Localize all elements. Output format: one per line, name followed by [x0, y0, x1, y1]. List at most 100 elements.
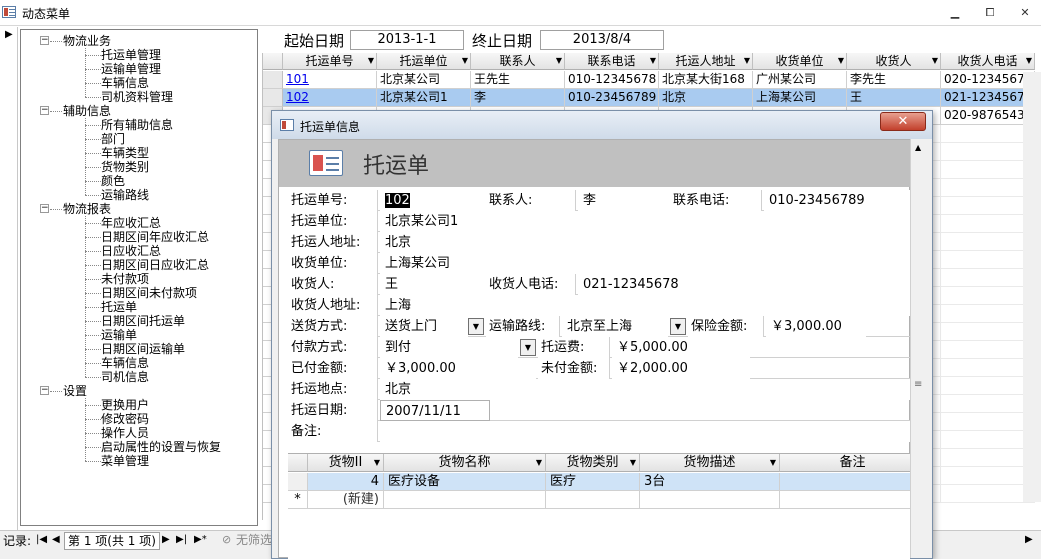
grid-cell[interactable]: 010-23456789	[565, 89, 659, 107]
column-dropdown-icon[interactable]: ▼	[462, 53, 468, 69]
tree-item[interactable]: 车辆类型	[101, 146, 149, 160]
row-selector[interactable]	[263, 71, 283, 89]
column-dropdown-icon[interactable]: ▼	[744, 53, 750, 69]
insured-amount-field[interactable]: ￥3,000.00	[766, 316, 866, 337]
end-date-field[interactable]: 2013/8/4	[540, 30, 664, 50]
payment-dropdown-icon[interactable]: ▼	[520, 339, 536, 356]
grid-column-header[interactable]: 收货人 ▼	[847, 53, 941, 70]
tree-item[interactable]: 菜单管理	[101, 454, 149, 468]
tree-item[interactable]: 年应收汇总	[101, 216, 161, 230]
grid-cell[interactable]: 王	[847, 89, 941, 107]
tree-item[interactable]: 司机信息	[101, 370, 149, 384]
tree-item[interactable]: 所有辅助信息	[101, 118, 173, 132]
delivery-dropdown-icon[interactable]: ▼	[468, 318, 484, 335]
column-dropdown-icon[interactable]: ▼	[932, 53, 938, 69]
column-dropdown-icon[interactable]: ▼	[556, 53, 562, 69]
subgrid-cell[interactable]: 3台	[640, 473, 780, 491]
tree-group-3[interactable]: 物流报表	[63, 202, 111, 216]
grid-cell[interactable]: 020-12345678	[941, 71, 1035, 89]
tree-collapse-toggle-icon[interactable]: −	[40, 386, 49, 395]
tree-group-2[interactable]: 辅助信息	[63, 104, 111, 118]
contact-field[interactable]: 李	[578, 190, 670, 211]
tree-group-1[interactable]: 物流业务	[63, 34, 111, 48]
tree-item[interactable]: 未付款项	[101, 272, 149, 286]
tree-collapse-toggle-icon[interactable]: −	[40, 106, 49, 115]
order-link[interactable]: 102	[286, 90, 309, 104]
tree-item[interactable]: 托运单	[101, 300, 137, 314]
subgrid-cell[interactable]: 4	[308, 473, 384, 491]
shipper-field[interactable]: 北京某公司1	[380, 211, 910, 232]
grid-cell[interactable]: 北京	[659, 89, 753, 107]
column-dropdown-icon[interactable]: ▼	[650, 53, 656, 69]
column-dropdown-icon[interactable]: ▼	[838, 53, 844, 69]
menu-tree[interactable]: − 物流业务 托运单管理 运输单管理 车辆信息 司机资料管理 − 辅助信息 所有辅助信息 部门 车辆…	[20, 29, 258, 526]
shipping-date-field[interactable]: 2007/11/11	[380, 400, 490, 421]
tree-item[interactable]: 托运单管理	[101, 48, 161, 62]
grid-cell[interactable]: 102	[283, 89, 377, 107]
subgrid-cell[interactable]	[780, 473, 926, 491]
grid-cell[interactable]: 021-12345678	[941, 89, 1035, 107]
grid-corner[interactable]	[263, 53, 283, 70]
tree-item[interactable]: 运输单管理	[101, 62, 161, 76]
order-link[interactable]: 101	[286, 72, 309, 86]
subgrid-cell[interactable]: 医疗设备	[384, 473, 546, 491]
tree-item[interactable]: 颜色	[101, 174, 125, 188]
next-record-icon[interactable]: ▶	[162, 532, 170, 548]
tree-collapse-toggle-icon[interactable]: −	[40, 204, 49, 213]
tree-item[interactable]: 运输单	[101, 328, 137, 342]
last-record-icon[interactable]: ▶|	[176, 532, 187, 548]
tree-collapse-toggle-icon[interactable]: −	[40, 36, 49, 45]
column-dropdown-icon[interactable]: ▼	[770, 454, 776, 471]
scroll-right-icon[interactable]: ▶	[1025, 532, 1033, 548]
tree-item[interactable]: 车辆信息	[101, 76, 149, 90]
tree-item[interactable]: 日期区间未付款项	[101, 286, 197, 300]
grid-cell[interactable]: 王先生	[471, 71, 565, 89]
receiver-phone-field[interactable]: 021-12345678	[578, 274, 910, 295]
grid-column-header[interactable]: 收货人电话 ▼	[941, 53, 1035, 70]
row-selector[interactable]	[288, 473, 308, 491]
route-dropdown-icon[interactable]: ▼	[670, 318, 686, 335]
order-no-field[interactable]: 102	[380, 190, 486, 211]
paid-amount-field[interactable]: ￥3,000.00	[380, 358, 536, 379]
tree-item[interactable]: 货物类别	[101, 160, 149, 174]
subgrid-column-header[interactable]: 货物类别 ▼	[546, 454, 640, 472]
subgrid-cell[interactable]: 医疗	[546, 473, 640, 491]
grid-cell[interactable]: 101	[283, 71, 377, 89]
column-dropdown-icon[interactable]: ▼	[536, 454, 542, 471]
prev-record-icon[interactable]: ◀	[52, 532, 60, 548]
filter-status[interactable]: 无筛选	[236, 532, 272, 548]
dialog-close-button[interactable]: ✕	[880, 112, 926, 131]
shipper-address-field[interactable]: 北京	[380, 232, 910, 253]
tree-item[interactable]: 车辆信息	[101, 356, 149, 370]
route-combo[interactable]: 北京至上海	[562, 316, 668, 337]
tree-item[interactable]: 日期区间年应收汇总	[101, 230, 209, 244]
restore-button[interactable]: ⧠	[980, 5, 1000, 21]
grid-cell[interactable]: 010-12345678	[565, 71, 659, 89]
tree-item[interactable]: 日期区间托运单	[101, 314, 185, 328]
shipping-place-field[interactable]: 北京	[380, 379, 910, 400]
goods-subform[interactable]: 货物II▼货物名称▼货物类别▼货物描述▼备注▼4医疗设备医疗3台*(新建)	[288, 453, 926, 559]
grid-column-header[interactable]: 联系电话 ▼	[565, 53, 659, 70]
payment-method-combo[interactable]: 到付	[380, 337, 518, 358]
scroll-up-icon[interactable]: ▲	[915, 143, 921, 152]
subgrid-corner[interactable]	[288, 454, 308, 472]
unpaid-amount-field[interactable]: ￥2,000.00	[612, 358, 750, 379]
new-row-cell[interactable]	[546, 491, 640, 509]
new-row-cell[interactable]	[640, 491, 780, 509]
grid-column-header[interactable]: 托运单位 ▼	[377, 53, 471, 70]
column-dropdown-icon[interactable]: ▼	[368, 53, 374, 69]
new-record-icon[interactable]: ▶*	[194, 532, 207, 548]
grid-cell[interactable]: 广州某公司	[753, 71, 847, 89]
grid-column-header[interactable]: 收货单位 ▼	[753, 53, 847, 70]
tree-item[interactable]: 日应收汇总	[101, 244, 161, 258]
grid-cell[interactable]: 北京某公司1	[377, 89, 471, 107]
tree-item[interactable]: 修改密码	[101, 412, 149, 426]
start-date-field[interactable]: 2013-1-1	[350, 30, 464, 50]
grid-cell[interactable]: 李	[471, 89, 565, 107]
grid-cell[interactable]: 上海某公司	[753, 89, 847, 107]
column-dropdown-icon[interactable]: ▼	[1026, 53, 1032, 69]
record-position-field[interactable]: 第 1 项(共 1 项)	[64, 532, 160, 550]
tree-item[interactable]: 司机资料管理	[101, 90, 173, 104]
grid-column-header[interactable]: 托运人地址 ▼	[659, 53, 753, 70]
grid-cell[interactable]: 北京某公司	[377, 71, 471, 89]
